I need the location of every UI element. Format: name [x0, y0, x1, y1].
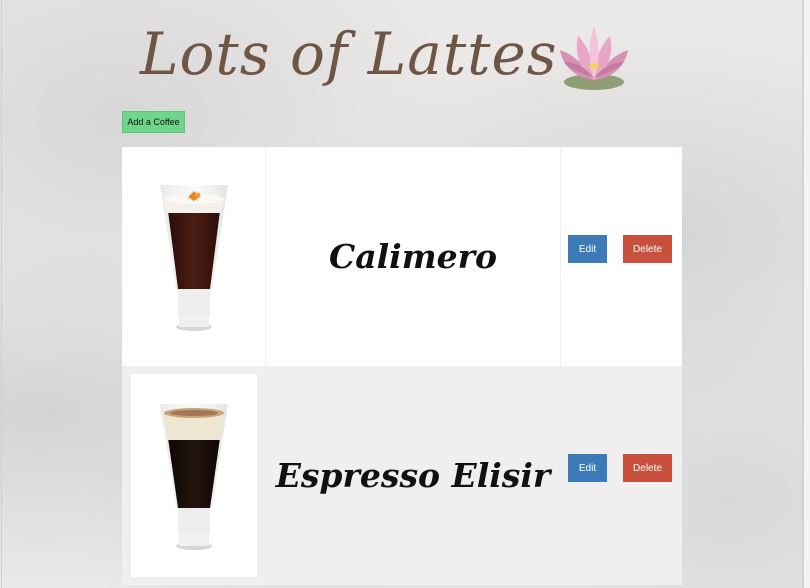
edit-button[interactable]: Edit — [568, 454, 607, 482]
coffee-image-frame — [130, 374, 257, 577]
glass-coffee-icon — [159, 403, 228, 550]
coffee-image-cell — [122, 366, 266, 585]
edit-button[interactable]: Edit — [568, 235, 607, 263]
coffee-actions-cell: Edit Delete — [561, 147, 682, 366]
coffee-actions-cell: Edit Delete — [561, 366, 682, 585]
coffee-row: Calimero Edit Delete — [122, 147, 682, 366]
coffee-name-cell: Espresso Elisir — [266, 366, 561, 585]
coffee-list: Calimero Edit Delete Espresso Elisir Edi… — [122, 147, 682, 585]
glass-coffee-icon — [159, 184, 228, 331]
delete-button[interactable]: Delete — [623, 454, 672, 482]
coffee-image-cell — [122, 147, 266, 366]
page-scrollbar[interactable] — [803, 0, 810, 588]
coffee-name-cell: Calimero — [266, 147, 561, 366]
add-coffee-button[interactable]: Add a Coffee — [122, 111, 185, 133]
coffee-row: Espresso Elisir Edit Delete — [122, 366, 682, 585]
site-title: Lots of Lattes — [140, 20, 558, 88]
coffee-name: Calimero — [328, 237, 498, 276]
site-header: Lots of Lattes — [140, 8, 634, 100]
lotus-flower-icon — [559, 26, 628, 90]
coffee-name: Espresso Elisir — [275, 456, 551, 495]
delete-button[interactable]: Delete — [623, 235, 672, 263]
